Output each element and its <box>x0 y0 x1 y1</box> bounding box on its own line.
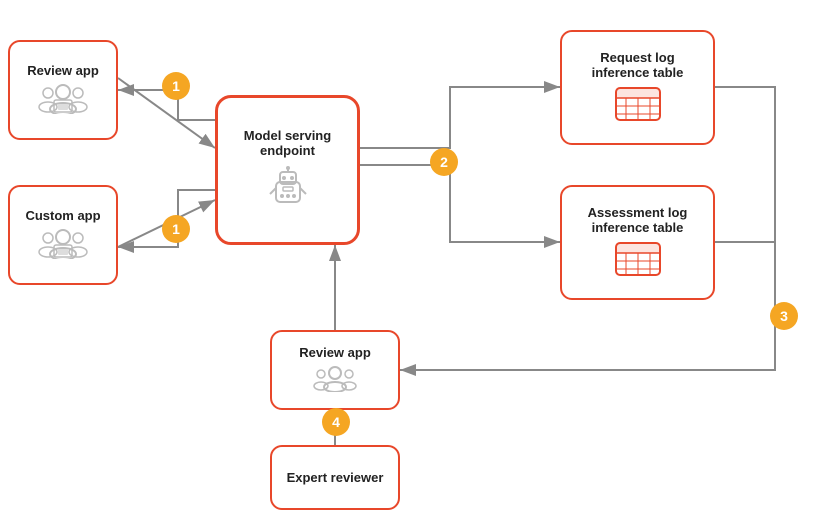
badge-1-bottom: 1 <box>162 215 190 243</box>
badge-1-top: 1 <box>162 72 190 100</box>
request-log-label: Request loginference table <box>592 50 684 80</box>
model-serving-icon <box>262 166 314 213</box>
review-app-top-box: Review app <box>8 40 118 140</box>
review-app-bottom-label: Review app <box>299 345 371 360</box>
model-serving-label: Model servingendpoint <box>244 128 331 158</box>
request-log-icon <box>614 86 662 125</box>
badge-3: 3 <box>770 302 798 330</box>
custom-app-icon <box>38 227 88 262</box>
custom-app-label: Custom app <box>25 208 100 223</box>
expert-reviewer-label: Expert reviewer <box>287 470 384 485</box>
review-app-bottom-box: Review app <box>270 330 400 410</box>
assessment-log-box: Assessment loginference table <box>560 185 715 300</box>
expert-reviewer-box: Expert reviewer <box>270 445 400 510</box>
request-log-box: Request loginference table <box>560 30 715 145</box>
custom-app-box: Custom app <box>8 185 118 285</box>
model-serving-box: Model servingendpoint <box>215 95 360 245</box>
review-app-bottom-icon <box>313 364 357 395</box>
badge-2: 2 <box>430 148 458 176</box>
badge-4: 4 <box>322 408 350 436</box>
diagram: Review app Custom app <box>0 0 830 523</box>
assessment-log-icon <box>614 241 662 280</box>
assessment-log-label: Assessment loginference table <box>588 205 688 235</box>
review-app-top-icon <box>38 82 88 117</box>
review-app-top-label: Review app <box>27 63 99 78</box>
